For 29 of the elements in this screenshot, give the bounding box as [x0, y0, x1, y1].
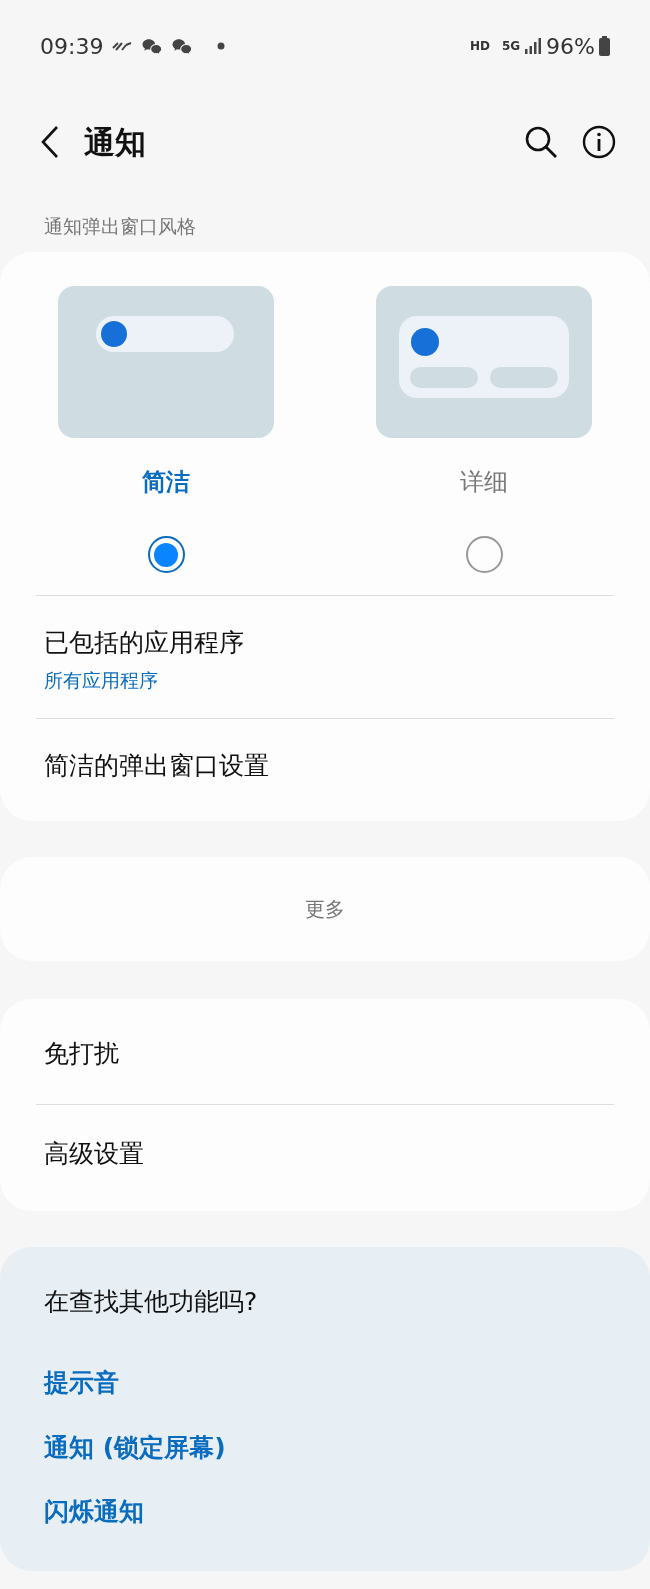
- section-label: 通知弹出窗口风格: [43, 214, 197, 239]
- signal-strokes-icon: [111, 39, 134, 53]
- page-title: 通知: [84, 122, 146, 162]
- suggestions-title: 在查找其他功能吗?: [44, 1285, 259, 1318]
- setting-title[interactable]: 高级设置: [0, 1105, 650, 1205]
- radio-button[interactable]: [465, 536, 503, 573]
- network-type: 5G: [501, 38, 521, 55]
- chat-bubbles-icon: [141, 36, 164, 56]
- back-button[interactable]: [40, 125, 60, 159]
- signal-bars-icon: [524, 38, 543, 54]
- suggestion-link[interactable]: 提示音: [44, 1364, 119, 1402]
- suggestion-link[interactable]: 闪烁通知: [44, 1493, 144, 1531]
- chat-bubbles-icon: [171, 36, 194, 56]
- info-button[interactable]: [582, 125, 616, 159]
- dot-icon: [217, 42, 226, 50]
- battery-icon: [599, 36, 610, 56]
- search-button[interactable]: [524, 125, 558, 159]
- clock-time: 09:39: [40, 32, 104, 61]
- setting-title[interactable]: 简洁的弹出窗口设置: [44, 747, 606, 785]
- option-label: 简洁: [142, 467, 190, 498]
- setting-title[interactable]: 已包括的应用程序: [44, 624, 606, 662]
- radio-button[interactable]: [147, 536, 185, 573]
- setting-title[interactable]: 免打扰: [0, 1004, 650, 1104]
- option-label: 详细: [460, 467, 508, 498]
- setting-value: 所有应用程序: [44, 667, 159, 693]
- network-label: HD: [469, 38, 490, 55]
- suggestion-link[interactable]: 通知 (锁定屏幕): [44, 1428, 226, 1466]
- more-button[interactable]: 更多: [0, 856, 650, 961]
- battery-percent: 96%: [546, 32, 595, 61]
